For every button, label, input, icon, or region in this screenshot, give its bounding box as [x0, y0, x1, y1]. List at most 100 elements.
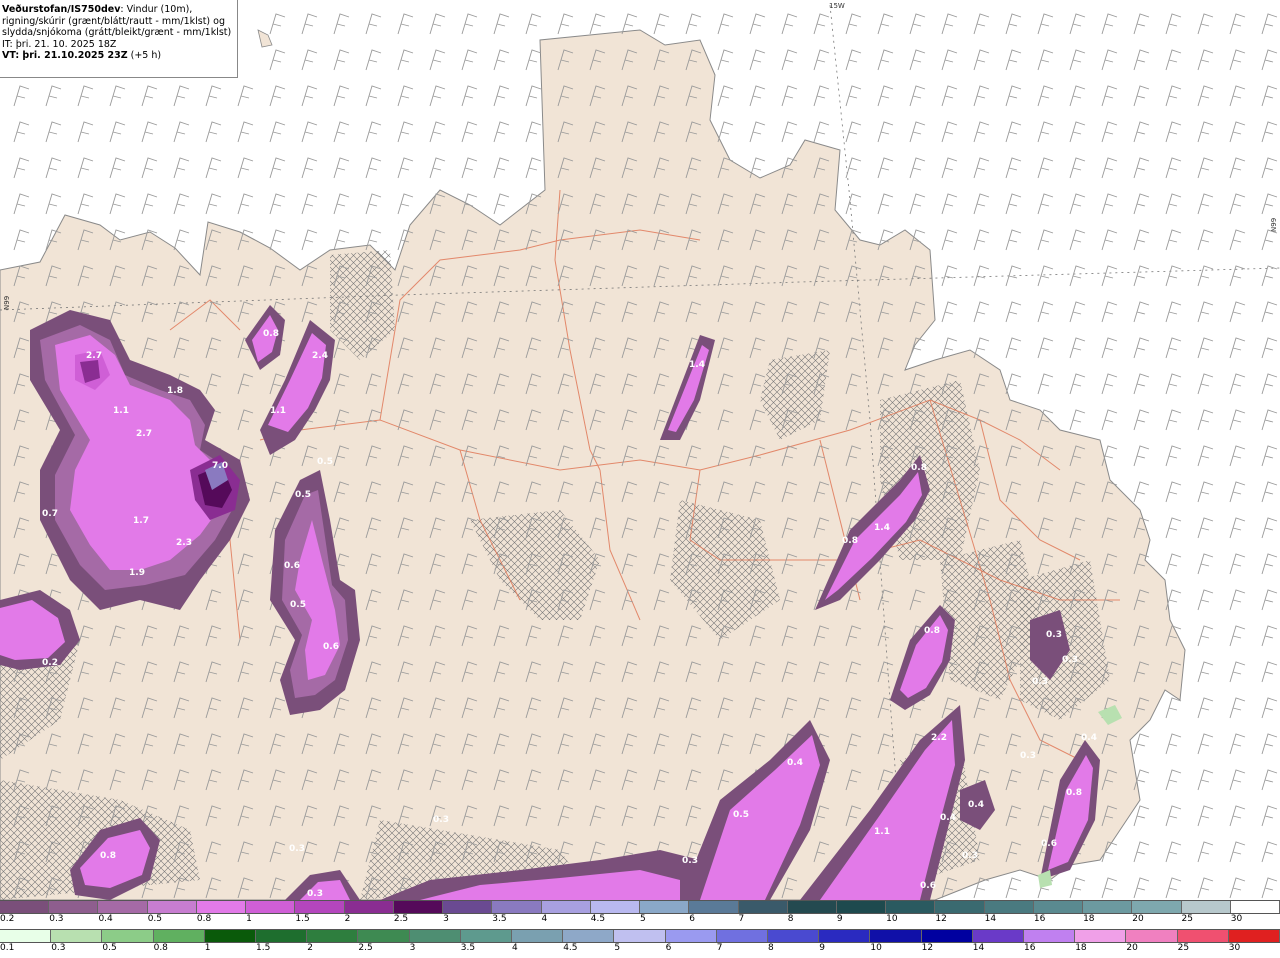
precip-value: 0.5: [290, 600, 306, 610]
legend-label: 3: [443, 914, 449, 924]
rain-color-bar: [0, 929, 1280, 943]
legend-label: 2.5: [393, 914, 409, 924]
precip-value: 0.6: [1041, 839, 1057, 849]
legend-label: 10: [886, 914, 898, 924]
rain-legend-labels: 0.1 0.3 0.5 0.8 1 1.5 2 2.5 3 3.5 4 4.5 5 6 7 8 9 10 12 14 1…: [0, 943, 1280, 956]
legend-swatch: [196, 901, 247, 913]
legend-swatch: [0, 901, 50, 913]
legend-label: 1: [246, 914, 252, 924]
legend-swatch: [409, 930, 461, 942]
rain-legend: 0.1 0.3 0.5 0.8 1 1.5 2 2.5 3 3.5 4 4.5 5 6 7 8 9 10 12 14 1…: [0, 928, 1280, 957]
legend-label: 0.5: [102, 943, 117, 953]
legend-label: 0.4: [98, 914, 113, 924]
legend-label: 30: [1230, 914, 1243, 924]
legend-swatch: [344, 901, 394, 913]
precip-value: 0.3: [1020, 751, 1036, 761]
precip-value: 2.7: [86, 351, 102, 361]
lat-label-right: N99: [1270, 218, 1278, 232]
precip-value: 0.3: [307, 889, 323, 899]
legend-swatch: [614, 930, 666, 942]
legend-swatch: [921, 930, 973, 942]
precip-value: 0.3: [1032, 677, 1048, 687]
legend-label: 0.5: [147, 914, 163, 924]
precip-value: 0.6: [323, 642, 339, 652]
precip-value: 2.4: [312, 351, 328, 361]
legend-label: 0.3: [51, 943, 66, 953]
legend-label: 25: [1177, 943, 1190, 953]
legend-label: 18: [1075, 943, 1087, 953]
legend-swatch: [393, 901, 444, 913]
precip-value: 1.1: [113, 406, 129, 416]
legend-swatch: [295, 901, 345, 913]
legend-swatch: [640, 901, 690, 913]
legend-label: 4: [512, 943, 518, 953]
legend-swatch: [819, 930, 871, 942]
map-title-box: Veðurstofan/IS750dev: Vindur (10m), rign…: [0, 0, 238, 78]
legend-swatch: [51, 930, 103, 942]
legend-swatch: [689, 901, 739, 913]
legend-swatch: [984, 901, 1034, 913]
precip-value: 0.8: [911, 463, 927, 473]
legend-swatch: [935, 901, 985, 913]
legend-label: 1.5: [295, 914, 310, 924]
precip-value: 0.3: [682, 856, 698, 866]
legend-label: 5: [614, 943, 621, 953]
precip-value: 0.6: [920, 881, 936, 891]
legend-label: 25: [1181, 914, 1193, 924]
legend-label: 8: [787, 914, 794, 924]
legend-swatch: [1230, 901, 1280, 913]
legend-label: 2.5: [358, 943, 373, 953]
precip-value: 0.8: [842, 536, 858, 546]
legend-label: 1.5: [256, 943, 271, 953]
precip-value: 0.8: [924, 626, 940, 636]
legend-swatch: [1132, 901, 1182, 913]
legend-swatch: [358, 930, 410, 942]
legend-label: 4: [541, 914, 548, 924]
legend-swatch: [204, 930, 257, 942]
title-line-3: slydda/snjókoma (grátt/bleikt/grænt - mm…: [2, 27, 232, 38]
lon-label-15w: 15W: [829, 2, 845, 10]
snow-legend: 0.2 0.3 0.4 0.5 0.8 1 1.5 2 2.5 3 3.5 4 4.5 5 6 7 8 9 10 12…: [0, 899, 1280, 928]
legend-swatch: [787, 901, 837, 913]
legend-label: 14: [972, 943, 985, 953]
legend-swatch: [246, 901, 296, 913]
precip-value: 1.7: [133, 516, 149, 526]
legend-label: 4.5: [563, 943, 578, 953]
legend-label: 7: [716, 943, 723, 953]
title-line-1: Veðurstofan/IS750dev: Vindur (10m),: [2, 4, 193, 15]
legend-swatch: [1177, 930, 1229, 942]
legend-label: 0.2: [0, 914, 15, 924]
precip-value: 1.4: [689, 360, 705, 370]
precip-value: 0.5: [733, 810, 749, 820]
precip-value: 0.8: [1066, 788, 1082, 798]
legend-swatch: [768, 930, 820, 942]
valid-time: VT: þri. 21.10.2025 23Z (+5 h): [2, 50, 162, 61]
precip-value: 0.4: [787, 758, 803, 768]
legend-label: 0.8: [196, 914, 212, 924]
legend-label: 0.1: [0, 943, 15, 953]
legend-label: 9: [819, 943, 825, 953]
legend-label: 20: [1126, 943, 1138, 953]
precip-value: 0.6: [284, 561, 300, 571]
legend-swatch: [1024, 930, 1076, 942]
map-canvas: 15W N99 N99 2.71.81.12.77.01.72.31.90.70…: [0, 0, 1280, 900]
legend-label: 6: [665, 943, 672, 953]
legend-label: 5: [640, 914, 646, 924]
precip-value: 2.3: [176, 538, 192, 548]
precip-value: 2.2: [931, 733, 947, 743]
legend-label: 14: [984, 914, 997, 924]
legend-swatch: [147, 901, 197, 913]
legend-swatch: [886, 901, 936, 913]
legend-swatch: [738, 901, 788, 913]
precip-value: 0.2: [42, 658, 58, 668]
title-line-2: rigning/skúrir (grænt/blátt/rautt - mm/1…: [2, 15, 225, 27]
precip-value: 2.7: [136, 429, 152, 439]
precip-value: 0.4: [1081, 733, 1097, 743]
precip-value: 7.0: [212, 461, 228, 471]
legend-label: 30: [1228, 943, 1241, 953]
legend-swatch: [716, 930, 769, 942]
legend-swatch: [49, 901, 99, 913]
legend-label: 1: [204, 943, 211, 953]
precip-value: 0.3: [1046, 630, 1062, 640]
legend-swatch: [1083, 901, 1133, 913]
